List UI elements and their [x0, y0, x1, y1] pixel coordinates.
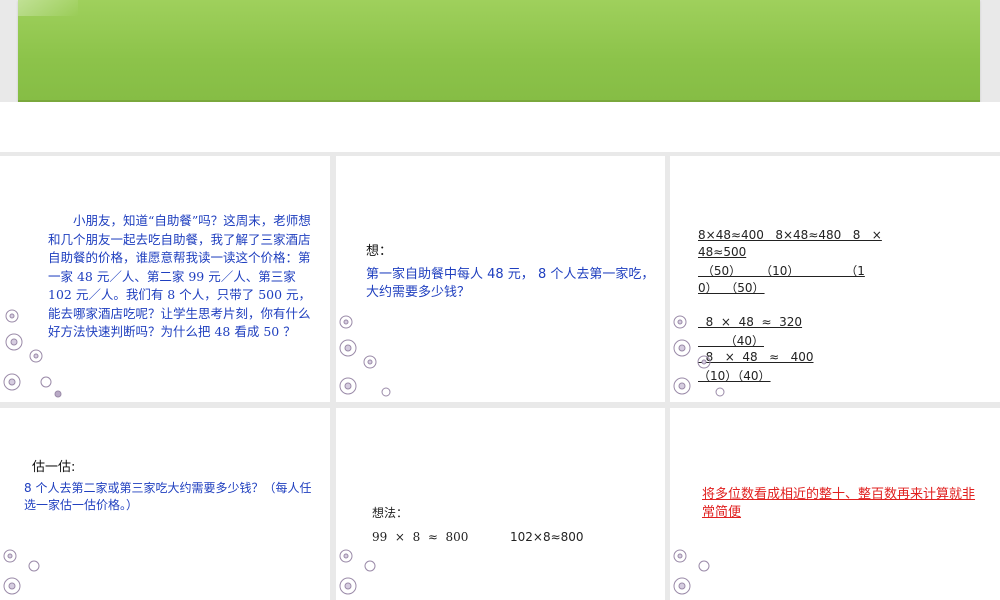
slide-thumbnail-4[interactable]: 估一估: 8 个人去第二家或第三家吃大约需要多少钱？（每人任选一家估一估价格。）: [0, 408, 330, 600]
slide3-line-2: 48≈500: [698, 245, 747, 259]
slide-thumbnail-2[interactable]: 想： 第一家自助餐中每人 48 元， 8 个人去第一家吃，大约需要多少钱？: [336, 156, 665, 402]
slide-thumbnail-1[interactable]: 小朋友，知道“自助餐”吗？这周末，老师想和几个朋友一起去吃自助餐，我了解了三家酒…: [0, 156, 330, 402]
slide6-summary: 将多位数看成相近的整十、整百数再来计算就非常简便: [702, 487, 976, 520]
slide1-text: 小朋友，知道“自助餐”吗？这周末，老师想和几个朋友一起去吃自助餐，我了解了三家酒…: [48, 213, 312, 339]
snowflake-flower-icon: [339, 549, 376, 595]
slide3-line-3: （50） （10） （1: [698, 264, 865, 278]
snowflake-flower-icon: [673, 549, 710, 595]
snowflake-flower-icon: [3, 549, 40, 595]
slide-thumbnail-3[interactable]: 8×48≈400 8×48≈480 8 × 48≈500 （50） （10） （…: [670, 156, 1000, 402]
slide4-body: 8 个人去第二家或第三家吃大约需要多少钱？（每人任选一家估一估价格。）: [24, 481, 312, 512]
snowflake-flower-icon: [339, 315, 391, 397]
slide2-body: 第一家自助餐中每人 48 元， 8 个人去第一家吃，大约需要多少钱？: [366, 267, 655, 300]
snowflake-flower-icon: [3, 309, 62, 398]
slide5-equation-2: 102×8≈800: [510, 530, 584, 544]
slide2-title: 想：: [366, 244, 393, 259]
slide3-line-1: 8×48≈400 8×48≈480 8 ×: [698, 228, 882, 242]
snowflake-flower-icon: [673, 315, 725, 397]
title-banner: [18, 0, 980, 102]
slide4-title: 估一估:: [32, 460, 76, 475]
banner-gap: [0, 102, 1000, 152]
slide-thumbnail-5[interactable]: 想法： 99 × 8 ≈ 800 102×8≈800: [336, 408, 665, 600]
slide5-title: 想法：: [372, 506, 409, 520]
slide-thumbnail-6[interactable]: 将多位数看成相近的整十、整百数再来计算就非常简便: [670, 408, 1000, 600]
